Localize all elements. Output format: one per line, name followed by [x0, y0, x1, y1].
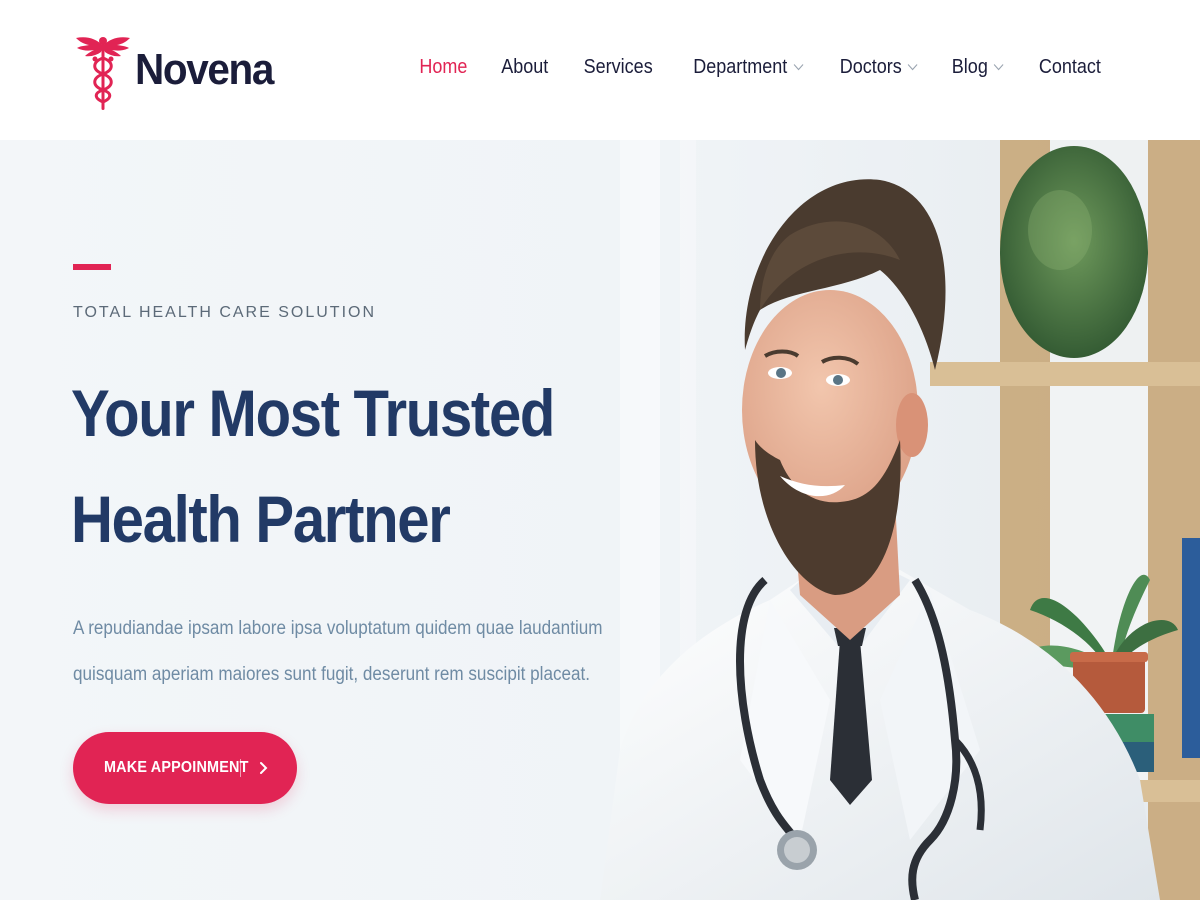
nav-item-label: Doctors: [839, 55, 902, 78]
nav-item-about[interactable]: About: [501, 56, 548, 79]
make-appointment-button[interactable]: MAKE APPOINMENT: [73, 732, 297, 804]
chevron-down-icon: [792, 64, 803, 71]
nav-item-services[interactable]: Services: [584, 56, 653, 79]
nav-item-department[interactable]: Department: [693, 56, 803, 79]
hero-title-line: Health Partner: [71, 482, 451, 556]
brand-name: Novena: [135, 45, 274, 94]
chevron-right-icon: [260, 762, 268, 774]
nav-item-label: Contact: [1038, 55, 1101, 78]
nav-item-contact[interactable]: Contact: [1039, 56, 1101, 79]
nav-item-label: Services: [583, 55, 653, 78]
hero-title-line: Your Most Trusted: [71, 376, 555, 450]
nav-item-label: Blog: [951, 55, 988, 78]
brand-logo[interactable]: Novena: [74, 32, 285, 114]
nav-item-label: Home: [419, 55, 468, 78]
nav-item-home[interactable]: Home: [420, 56, 468, 79]
site-header: Novena Home About Services Department Do…: [0, 0, 1200, 140]
nav-item-label: About: [500, 55, 548, 78]
main-nav: Home About Services Department Doctors B…: [414, 50, 1101, 84]
chevron-down-icon: [907, 64, 918, 71]
chevron-down-icon: [993, 64, 1004, 71]
hero-section: TOTAL HEALTH CARE SOLUTION Your Most Tru…: [0, 140, 1200, 900]
hero-eyebrow: TOTAL HEALTH CARE SOLUTION: [73, 304, 377, 321]
nav-item-label: Department: [692, 55, 787, 78]
caduceus-icon: [76, 37, 130, 110]
nav-item-doctors[interactable]: Doctors: [840, 56, 918, 79]
nav-item-blog[interactable]: Blog: [952, 56, 1004, 79]
hero-description: A repudiandae ipsam labore ipsa voluptat…: [73, 618, 603, 685]
cta-label: MAKE APPOINMENT: [104, 759, 249, 776]
accent-divider: [73, 264, 111, 270]
hero-title: Your Most Trusted Health Partner: [71, 360, 599, 572]
